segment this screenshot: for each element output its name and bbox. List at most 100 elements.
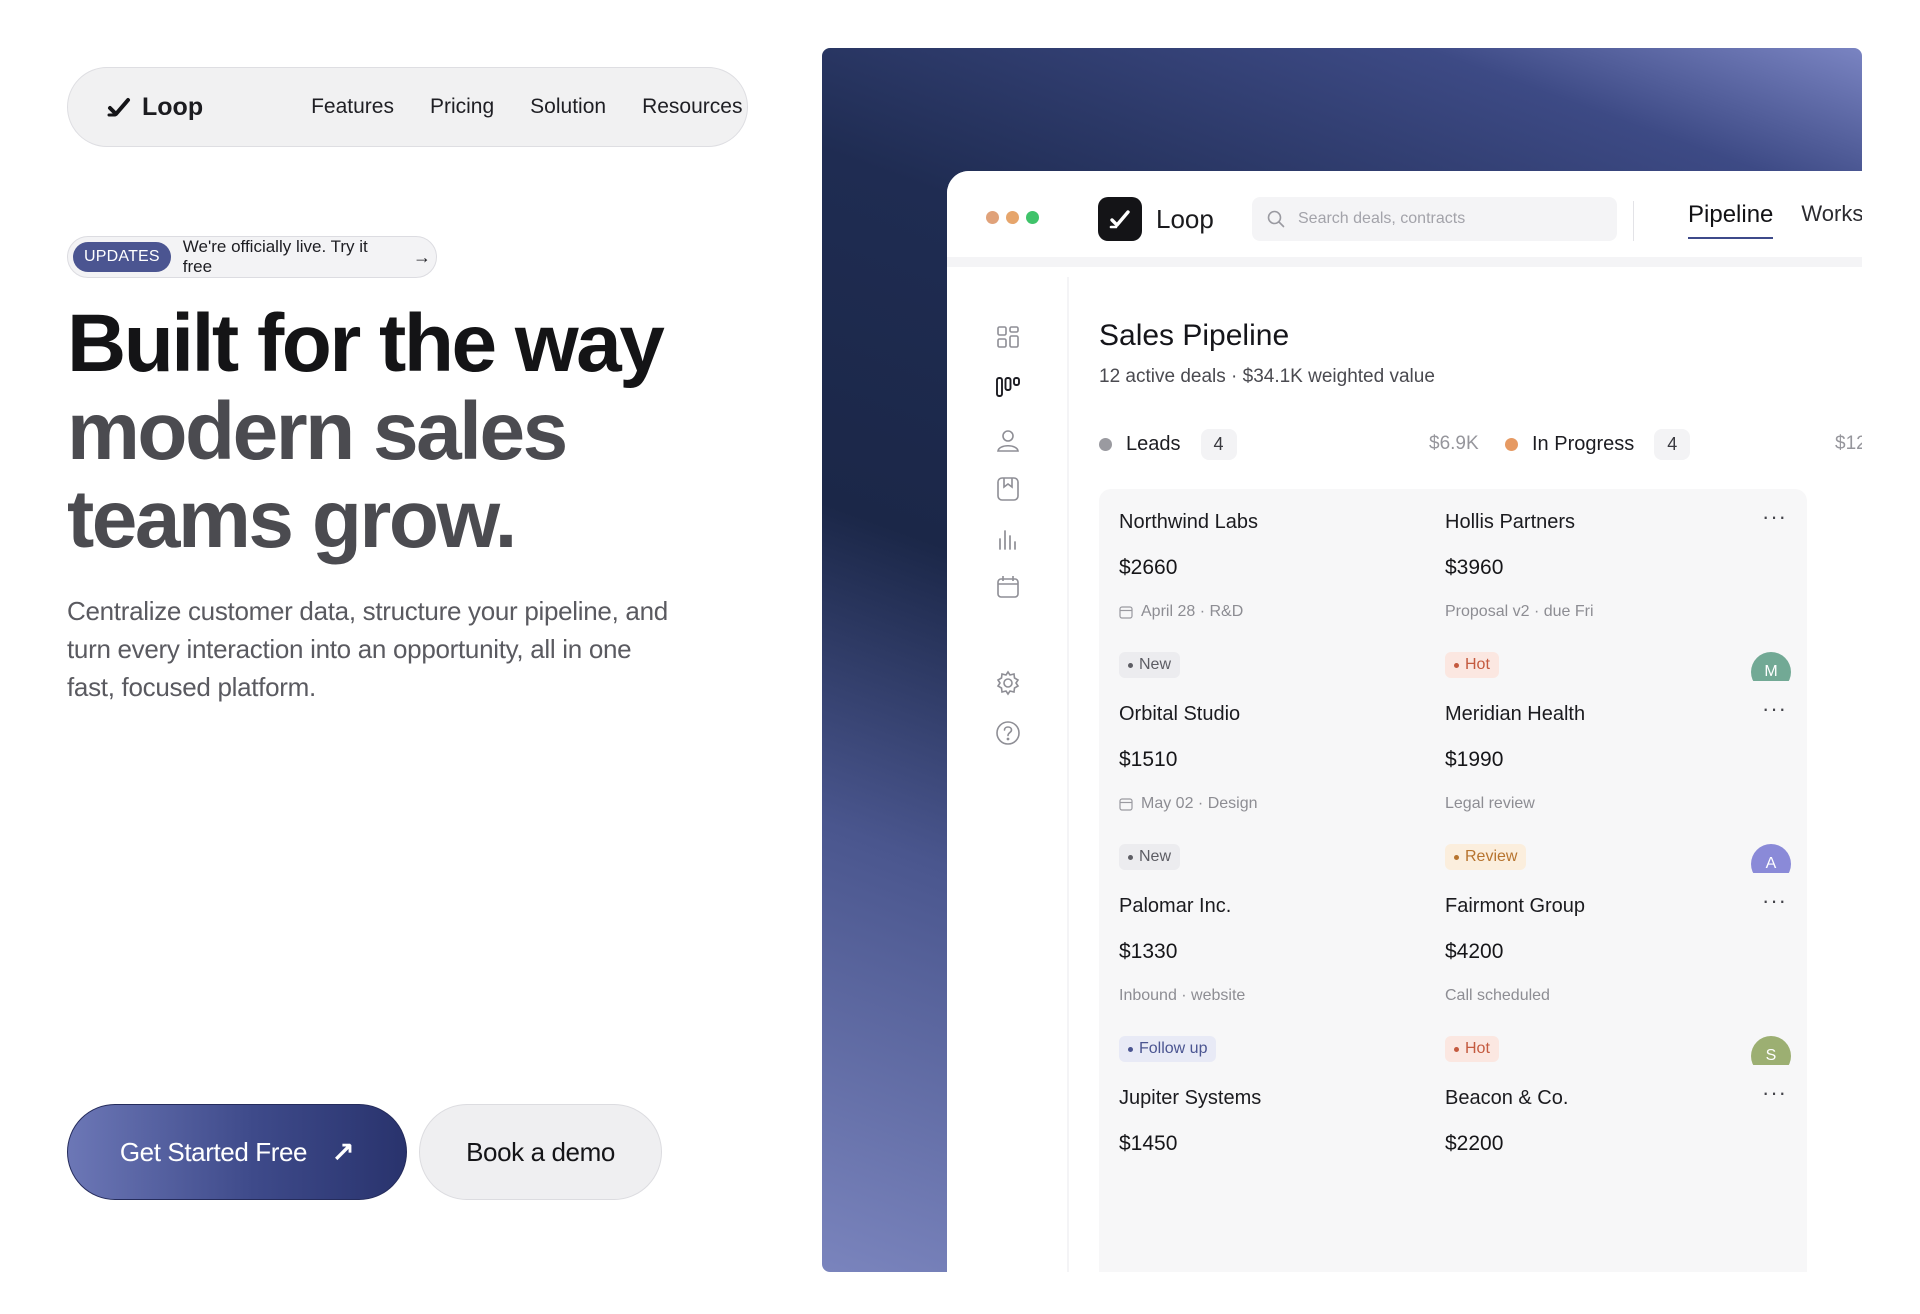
app-brand[interactable]: Loop bbox=[1098, 197, 1214, 241]
column-name: Leads bbox=[1126, 432, 1181, 455]
column-count: 4 bbox=[1654, 428, 1691, 460]
announcement-text: We're officially live. Try it free bbox=[182, 237, 368, 276]
more-options-icon[interactable]: ··· bbox=[1762, 888, 1787, 914]
analytics-icon[interactable] bbox=[994, 525, 1022, 553]
calendar-icon[interactable] bbox=[994, 573, 1022, 601]
more-options-icon[interactable]: ··· bbox=[1762, 1080, 1787, 1106]
deal-card[interactable]: Orbital Studio···$1510May 02 · DesignNew… bbox=[1099, 681, 1481, 903]
headline-line-3: teams grow. bbox=[67, 474, 517, 565]
get-started-button[interactable]: Get Started Free ↗ bbox=[67, 1104, 407, 1200]
brand-logo[interactable]: Loop bbox=[106, 93, 203, 122]
deal-meta-text: Call scheduled bbox=[1445, 987, 1550, 1004]
deal-name: Palomar Inc. bbox=[1119, 895, 1232, 917]
deal-amount: $1990 bbox=[1445, 748, 1504, 771]
deal-name: Northwind Labs bbox=[1119, 511, 1258, 533]
nav-link-resources[interactable]: Resources bbox=[642, 95, 742, 119]
column-count: 4 bbox=[1200, 428, 1237, 460]
column-total: $6.9K bbox=[1429, 433, 1479, 454]
deal-amount: $1510 bbox=[1119, 748, 1178, 771]
deal-name: Hollis Partners bbox=[1445, 511, 1576, 533]
tab-pipeline[interactable]: Pipeline bbox=[1688, 201, 1774, 239]
column-total: $12. bbox=[1835, 433, 1862, 454]
deal-card[interactable]: Hollis Partners ··· $3960 Proposal v2 · due… bbox=[1425, 489, 1807, 711]
deal-amount: $1450 bbox=[1119, 1132, 1178, 1155]
deal-card[interactable]: Jupiter Systems···$1450 bbox=[1099, 1065, 1481, 1272]
deal-amount: $4200 bbox=[1445, 940, 1504, 963]
deal-meta: May 02 · Design bbox=[1119, 795, 1258, 813]
deal-name: Meridian Health bbox=[1445, 703, 1586, 725]
brand-name: Loop bbox=[142, 92, 204, 121]
status-dot bbox=[1505, 437, 1518, 451]
deal-card[interactable]: Fairmont Group ··· $4200 Call scheduled Hot S bbox=[1425, 873, 1807, 1095]
book-demo-button[interactable]: Book a demo bbox=[419, 1104, 662, 1200]
status-dot bbox=[1099, 437, 1112, 451]
column-name: In Progress bbox=[1532, 432, 1635, 455]
nav-link-solution[interactable]: Solution bbox=[530, 95, 606, 119]
app-topbar: Loop Pipeline Works bbox=[947, 171, 1862, 267]
arrow-up-right-icon: ↗ bbox=[331, 1136, 355, 1168]
bookmark-icon[interactable] bbox=[994, 475, 1022, 503]
announcement-banner[interactable]: UPDATES We're officially live. Try it fr… bbox=[67, 236, 437, 278]
calendar-icon bbox=[1119, 606, 1133, 619]
window-dot-red[interactable] bbox=[986, 211, 999, 224]
app-brand-name: Loop bbox=[1156, 203, 1214, 234]
more-options-icon[interactable]: ··· bbox=[1762, 504, 1787, 530]
tab-works[interactable]: Works bbox=[1801, 201, 1862, 239]
dashboard-icon[interactable] bbox=[994, 323, 1022, 351]
nav-link-pricing[interactable]: Pricing bbox=[430, 95, 494, 119]
deal-name: Jupiter Systems bbox=[1119, 1087, 1262, 1109]
status-badge: Hot bbox=[1445, 1036, 1499, 1062]
page-subtitle: 12 active deals · $34.1K weighted value bbox=[1099, 366, 1435, 387]
deal-name: Orbital Studio bbox=[1119, 703, 1241, 725]
deal-meta: April 28 · R&D bbox=[1119, 603, 1243, 621]
column-header-in-progress: In Progress 4 $12. bbox=[1505, 427, 1862, 461]
help-icon[interactable] bbox=[994, 719, 1022, 747]
deal-amount: $3960 bbox=[1445, 556, 1504, 579]
status-badge: Hot bbox=[1445, 652, 1499, 678]
deal-card[interactable]: Meridian Health ··· $1990 Legal review Revie… bbox=[1425, 681, 1807, 903]
nav-links: Features Pricing Solution Resources bbox=[311, 95, 742, 119]
contacts-icon[interactable] bbox=[994, 427, 1022, 455]
deal-meta-text: Proposal v2 · due Fri bbox=[1445, 603, 1594, 620]
deal-meta: Proposal v2 · due Fri bbox=[1445, 603, 1594, 621]
app-preview-window: Loop Pipeline Works bbox=[947, 171, 1862, 1272]
search-input[interactable] bbox=[1298, 210, 1598, 228]
pipeline-icon[interactable] bbox=[994, 373, 1022, 401]
deal-card[interactable]: Beacon & Co. ··· $2200 bbox=[1425, 1065, 1807, 1272]
top-nav: Loop Features Pricing Solution Resources bbox=[67, 67, 748, 147]
window-dot-yellow[interactable] bbox=[1006, 211, 1019, 224]
status-badge: Review bbox=[1445, 844, 1527, 870]
window-dot-green[interactable] bbox=[1026, 211, 1039, 224]
window-controls bbox=[986, 211, 1039, 224]
headline-line-1: Built for the way bbox=[67, 298, 665, 389]
deal-meta: Legal review bbox=[1445, 795, 1535, 813]
deal-meta-text: May 02 · Design bbox=[1141, 795, 1258, 812]
app-tabs: Pipeline Works bbox=[1688, 201, 1862, 239]
announcement-tag: UPDATES bbox=[73, 242, 171, 272]
topbar-divider bbox=[1633, 201, 1634, 241]
page-title: Sales Pipeline bbox=[1099, 319, 1290, 352]
deal-card[interactable]: Northwind Labs···$2660April 28 · R&DNewA bbox=[1099, 489, 1481, 711]
deal-meta: Inbound · website bbox=[1119, 987, 1245, 1005]
nav-link-features[interactable]: Features bbox=[311, 95, 394, 119]
deal-meta-text: Inbound · website bbox=[1119, 987, 1246, 1004]
deal-amount: $1330 bbox=[1119, 940, 1178, 963]
arrow-right-icon: → bbox=[413, 246, 431, 267]
search-bar[interactable] bbox=[1252, 197, 1617, 241]
column-header-leads: Leads 4 $6.9K bbox=[1099, 427, 1479, 461]
deal-meta-text: April 28 · R&D bbox=[1141, 603, 1244, 620]
more-options-icon[interactable]: ··· bbox=[1762, 696, 1787, 722]
status-badge: Follow up bbox=[1119, 1036, 1217, 1062]
deal-meta: Call scheduled bbox=[1445, 987, 1550, 1005]
settings-icon[interactable] bbox=[994, 669, 1022, 697]
deal-name: Beacon & Co. bbox=[1445, 1087, 1569, 1109]
status-badge: New bbox=[1119, 844, 1181, 870]
deal-card[interactable]: Palomar Inc.···$1330Inbound · websiteFol… bbox=[1099, 873, 1481, 1095]
deal-name: Fairmont Group bbox=[1445, 895, 1586, 917]
loop-logo-icon bbox=[107, 98, 130, 117]
calendar-icon bbox=[1119, 798, 1133, 811]
deal-amount: $2200 bbox=[1445, 1132, 1504, 1155]
hero-subtitle: Centralize customer data, structure your… bbox=[67, 596, 668, 702]
get-started-label: Get Started Free bbox=[119, 1136, 308, 1167]
deal-meta-text: Legal review bbox=[1445, 795, 1535, 812]
